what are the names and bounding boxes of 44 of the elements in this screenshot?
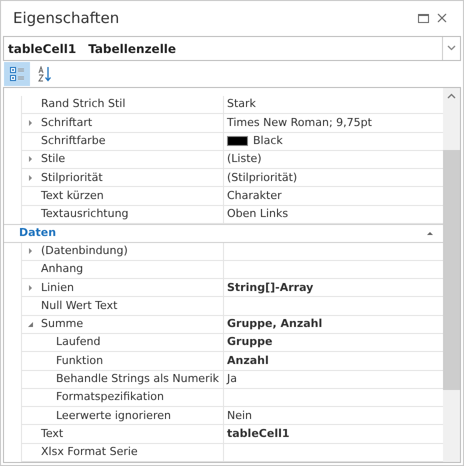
property-name: Rand Strich Stil [41, 96, 126, 112]
property-value: Ja [227, 370, 237, 387]
property-name: Xlsx Format Serie [41, 444, 138, 460]
object-name: tableCell1 Tabellenzelle [7, 40, 178, 58]
property-name: Laufend [56, 334, 100, 350]
property-name: Summe [41, 316, 84, 332]
property-name: Schriftart [41, 114, 92, 131]
property-value: Gruppe, Anzahl [227, 316, 322, 332]
property-value: Charakter [227, 188, 282, 204]
object-selector[interactable]: tableCell1 Tabellenzelle [3, 36, 461, 61]
property-name: Formatspezifikation [56, 389, 164, 406]
property-value: Anzahl [227, 352, 269, 369]
property-value: (Stilpriorität) [227, 170, 298, 186]
collapse-arrow-icon[interactable] [425, 229, 435, 238]
property-name: Anhang [41, 261, 84, 278]
property-name: Linien [41, 280, 74, 296]
property-name: Text kürzen [41, 188, 104, 204]
property-value: Oben Links [227, 206, 288, 222]
property-value: Stark [227, 96, 256, 112]
property-name: Behandle Strings als Numerik [56, 370, 220, 387]
property-name: Null Wert Text [41, 298, 118, 314]
property-value: Times New Roman; 9,75pt [227, 114, 372, 131]
category-header: Daten [19, 225, 58, 242]
chevron-down-icon [447, 45, 456, 52]
property-value: Gruppe [227, 334, 272, 350]
sort-az-icon [37, 66, 53, 82]
scrollbar-thumb[interactable] [443, 150, 460, 390]
property-name: Textausrichtung [41, 206, 129, 222]
categorized-view-button[interactable] [4, 62, 30, 86]
property-value: (Liste) [227, 151, 262, 168]
property-name: Stilpriorität [41, 170, 103, 186]
scrollbar[interactable] [443, 88, 460, 462]
property-name: (Datenbindung) [41, 242, 128, 259]
property-name: Schriftfarbe [41, 132, 106, 149]
property-value: Black [253, 132, 283, 149]
panel-title: Eigenschaften [13, 8, 120, 30]
categorized-list-icon [9, 66, 25, 82]
property-name: Leerwerte ignorieren [56, 408, 171, 424]
property-name: Text [41, 426, 64, 442]
property-value: String[]-Array [227, 280, 314, 296]
property-name: Stile [41, 151, 66, 168]
property-name: Funktion [56, 352, 104, 369]
property-value: tableCell1 [227, 426, 290, 442]
property-value: Nein [227, 408, 252, 424]
